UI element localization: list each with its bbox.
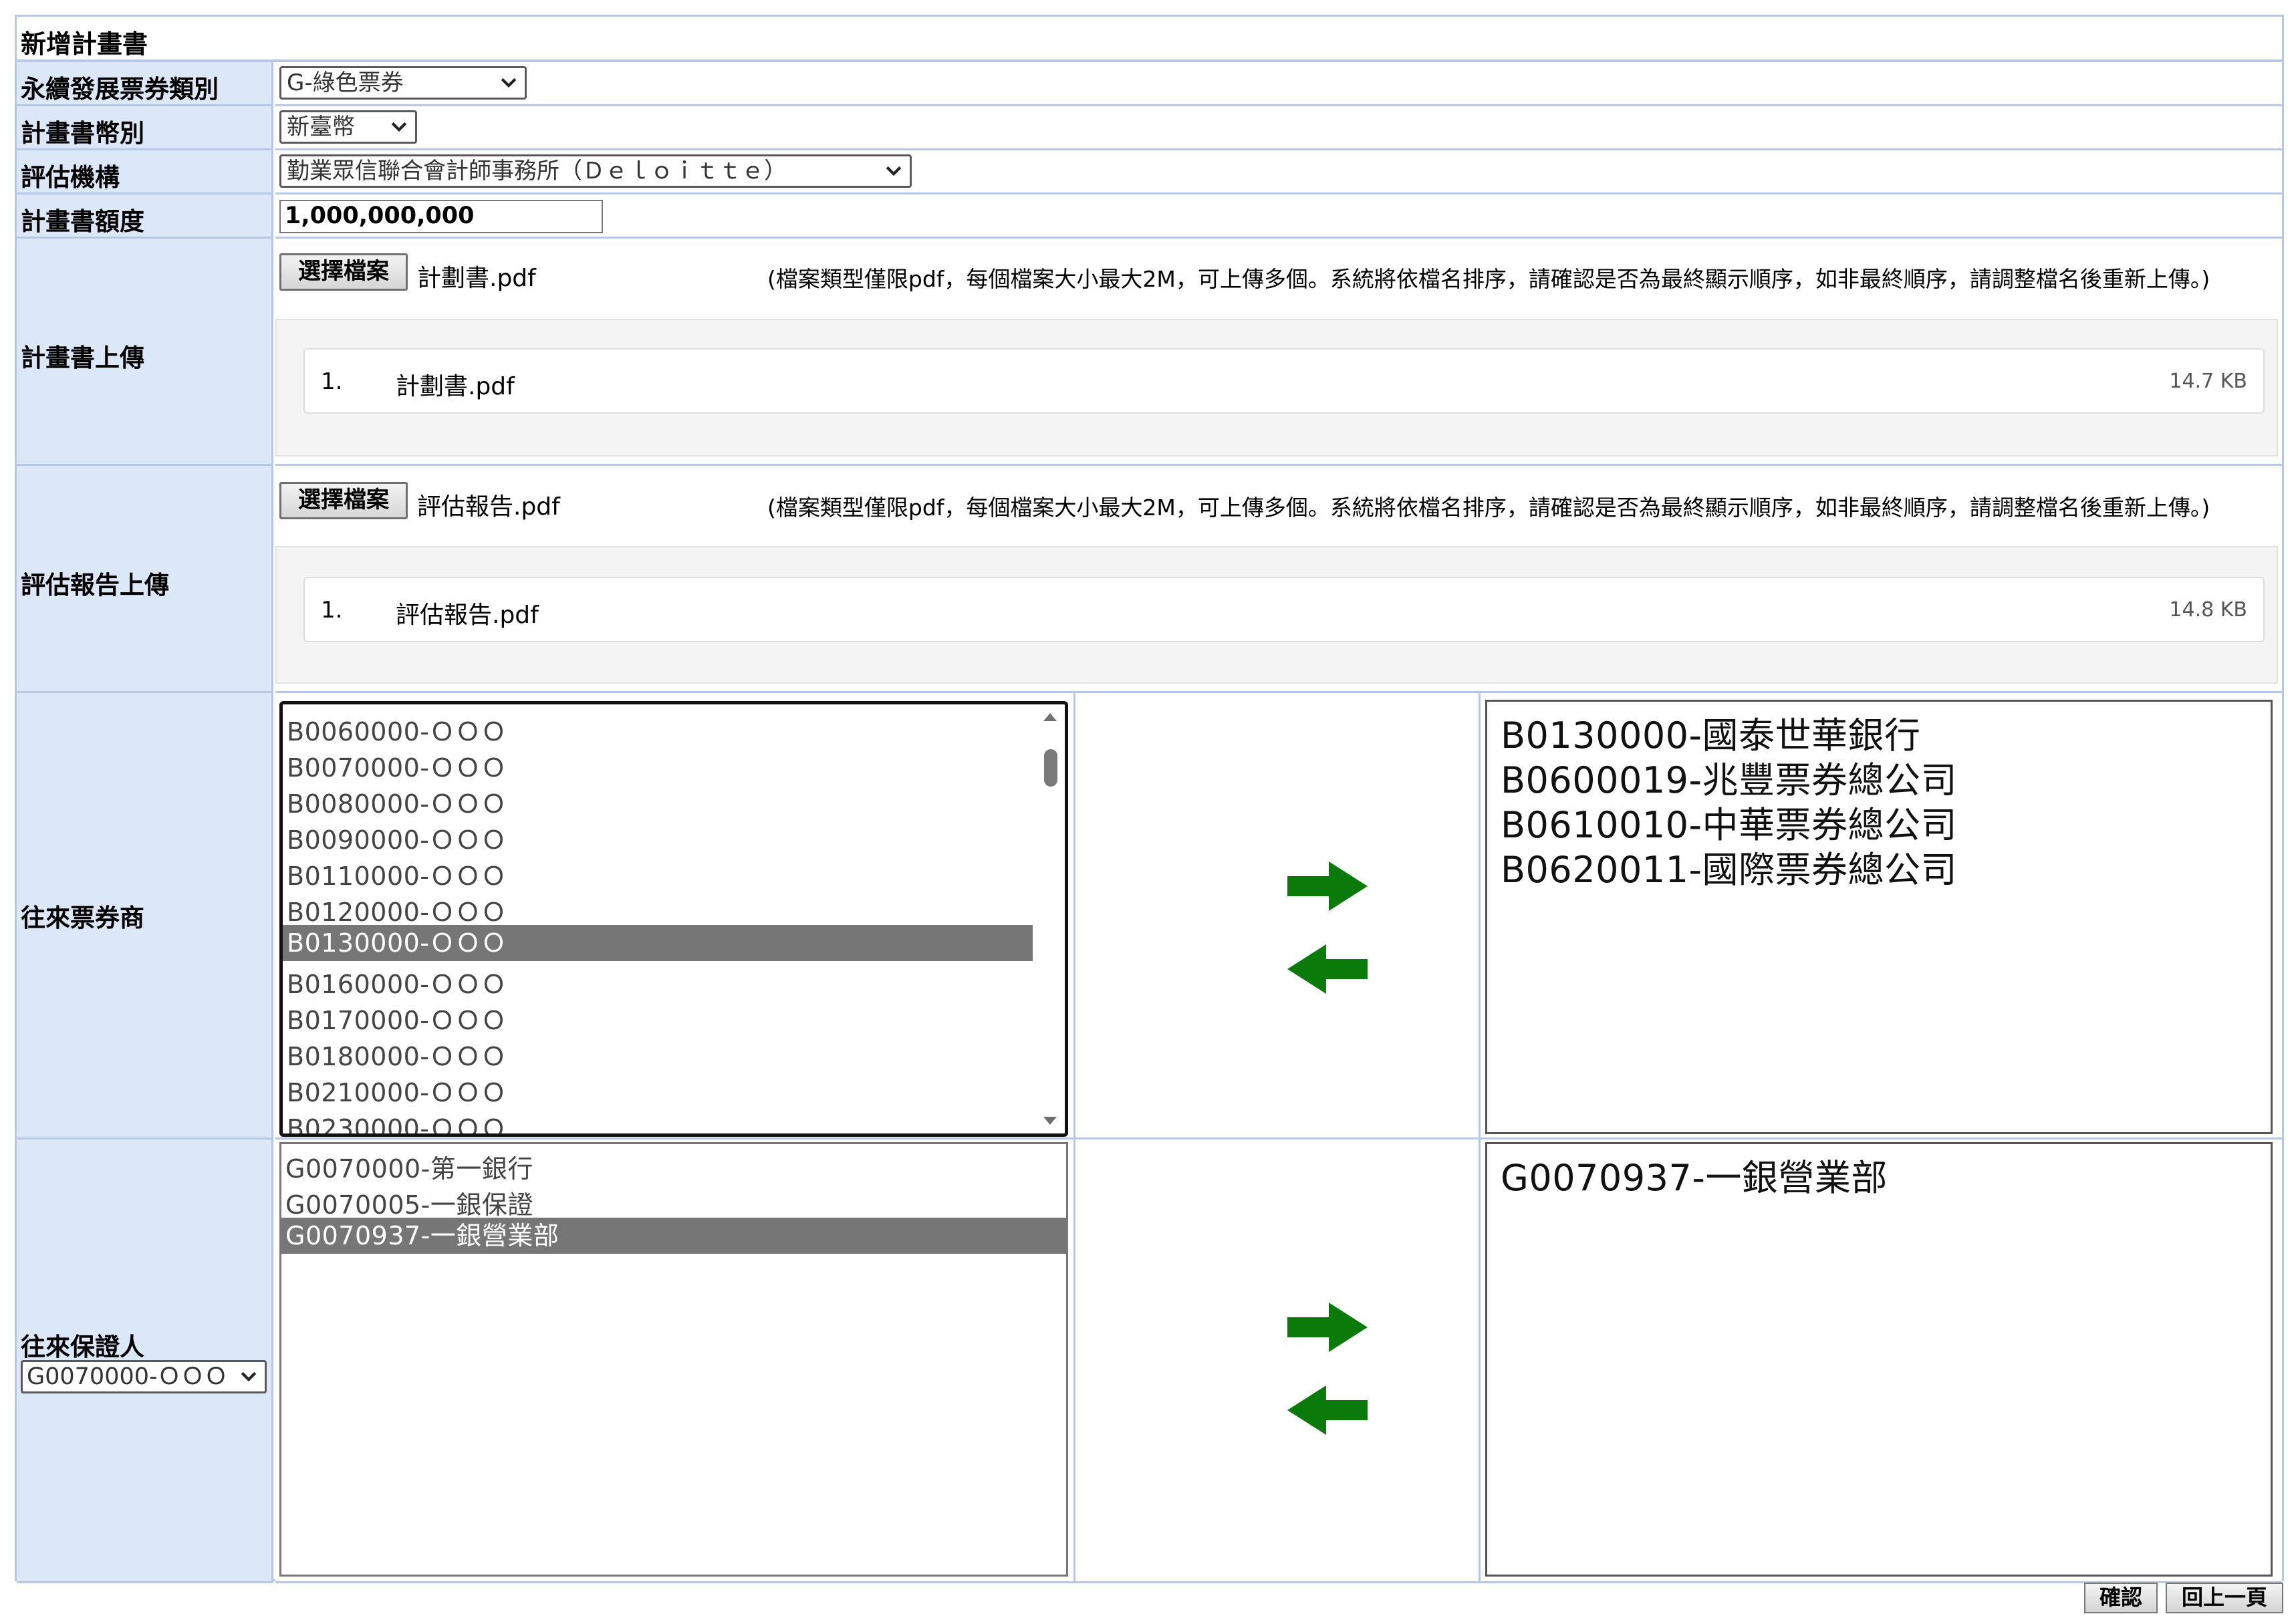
plan-file-list: 1. 計劃書.pdf 14.7 KB — [275, 319, 2278, 456]
evaluator-value: 勤業眾信聯合會計師事務所（Ｄｅｌｏｉｔｔｅ） — [287, 158, 787, 184]
chevron-down-icon — [501, 78, 517, 88]
plan-upload-hint: (檔案類型僅限pdf，每個檔案大小最大2M，可上傳多個。系統將依檔名排序，請確認… — [767, 266, 2210, 292]
list-option[interactable]: B0620011-國際票券總公司 — [1501, 840, 1957, 893]
file-name: 計劃書.pdf — [396, 373, 515, 400]
report-chosen-file: 評估報告.pdf — [417, 493, 560, 521]
currency-label-cell: 計畫書幣別 — [17, 106, 273, 150]
dealers-chosen-listbox[interactable]: B0130000-國泰世華銀行 B0600019-兆豐票券總公司 B0610010-… — [1485, 700, 2273, 1134]
plan-choose-file-button[interactable]: 選擇檔案 — [279, 253, 408, 291]
move-left-arrow-icon[interactable] — [1287, 1385, 1368, 1435]
report-upload-hint: (檔案類型僅限pdf，每個檔案大小最大2M，可上傳多個。系統將依檔名排序，請確認… — [767, 495, 2210, 521]
file-size: 14.8 KB — [2169, 598, 2247, 622]
file-size: 14.7 KB — [2169, 370, 2247, 393]
list-option[interactable]: B0090000-ＯＯＯ — [287, 819, 507, 856]
form-title: 新增計畫書 — [21, 29, 148, 59]
column-divider — [1073, 693, 1075, 1139]
ticket-category-label-cell: 永續發展票券類別 — [17, 62, 273, 106]
new-plan-form: 新增計畫書 永續發展票券類別 G-綠色票券 計畫書幣別 新臺幣 評估機構 勤業眾… — [15, 15, 2284, 1583]
list-option[interactable]: B0070000-ＯＯＯ — [287, 747, 507, 784]
list-option[interactable]: B0060000-ＯＯＯ — [287, 711, 507, 748]
currency-cell: 新臺幣 — [275, 106, 2282, 150]
report-file-list: 1. 評估報告.pdf 14.8 KB — [275, 546, 2278, 684]
currency-value: 新臺幣 — [287, 114, 355, 140]
dealers-label-cell: 往來票券商 — [17, 693, 273, 1139]
list-option[interactable]: B0130000-ＯＯＯ — [283, 925, 1033, 961]
file-index: 1. — [321, 368, 343, 395]
amount-label-cell: 計畫書額度 — [17, 194, 273, 239]
move-right-arrow-icon[interactable] — [1287, 861, 1368, 911]
list-option[interactable]: B0230000-ＯＯＯ — [287, 1108, 507, 1133]
file-name: 評估報告.pdf — [396, 601, 539, 629]
move-right-arrow-icon[interactable] — [1287, 1303, 1368, 1352]
dealers-cell: B0060000-ＯＯＯ B0070000-ＯＯＯ B0080000-ＯＯＯ B009… — [275, 693, 2282, 1139]
guarantors-chosen-listbox[interactable]: G0070937-一銀營業部 — [1485, 1142, 2273, 1577]
ticket-category-label: 永續發展票券類別 — [21, 75, 219, 104]
list-option[interactable]: G0070937-一銀營業部 — [281, 1218, 1066, 1254]
list-option[interactable]: G0070000-第一銀行 — [285, 1148, 533, 1185]
list-option[interactable]: G0070005-一銀保證 — [285, 1184, 533, 1221]
guarantors-cell: G0070000-第一銀行 G0070005-一銀保證 G0070937-一銀營業部… — [275, 1139, 2282, 1583]
file-index: 1. — [321, 597, 343, 624]
list-option[interactable]: B0110000-ＯＯＯ — [287, 855, 507, 892]
column-divider — [1073, 1139, 1075, 1583]
ticket-category-value: G-綠色票券 — [287, 70, 404, 96]
amount-cell: 1,000,000,000 — [275, 194, 2282, 239]
evaluator-cell: 勤業眾信聯合會計師事務所（Ｄｅｌｏｉｔｔｅ） — [275, 150, 2282, 194]
form-title-row: 新增計畫書 — [17, 17, 2282, 62]
confirm-button[interactable]: 確認 — [2084, 1583, 2158, 1613]
plan-chosen-file: 計劃書.pdf — [417, 265, 536, 292]
chevron-down-icon — [391, 122, 407, 132]
guarantors-label: 往來保證人 — [21, 1333, 144, 1361]
report-upload-label: 評估報告上傳 — [21, 571, 169, 599]
currency-select[interactable]: 新臺幣 — [279, 110, 417, 144]
file-list-item[interactable]: 1. 計劃書.pdf 14.7 KB — [303, 348, 2265, 414]
guarantor-filter-value: G0070000-ＯＯＯ — [27, 1363, 228, 1390]
plan-upload-cell: 選擇檔案 計劃書.pdf (檔案類型僅限pdf，每個檔案大小最大2M，可上傳多個… — [275, 239, 2282, 466]
amount-input[interactable]: 1,000,000,000 — [279, 200, 603, 233]
list-option[interactable]: B0210000-ＯＯＯ — [287, 1072, 507, 1109]
column-divider — [1479, 1139, 1481, 1583]
column-divider — [1479, 693, 1481, 1139]
report-upload-cell: 選擇檔案 評估報告.pdf (檔案類型僅限pdf，每個檔案大小最大2M，可上傳多… — [275, 466, 2282, 693]
plan-upload-label: 計畫書上傳 — [21, 344, 144, 372]
evaluator-select[interactable]: 勤業眾信聯合會計師事務所（Ｄｅｌｏｉｔｔｅ） — [279, 154, 912, 188]
chevron-down-icon — [886, 166, 902, 176]
guarantors-label-cell: 往來保證人 G0070000-ＯＯＯ — [17, 1139, 273, 1583]
amount-label: 計畫書額度 — [21, 207, 144, 236]
ticket-category-select[interactable]: G-綠色票券 — [279, 66, 527, 100]
currency-label: 計畫書幣別 — [21, 119, 144, 148]
report-choose-file-button[interactable]: 選擇檔案 — [279, 482, 408, 519]
chevron-down-icon — [241, 1371, 257, 1382]
list-option[interactable]: B0180000-ＯＯＯ — [287, 1036, 507, 1073]
back-button[interactable]: 回上一頁 — [2166, 1583, 2283, 1613]
file-list-item[interactable]: 1. 評估報告.pdf 14.8 KB — [303, 577, 2265, 642]
list-option[interactable]: B0120000-ＯＯＯ — [287, 892, 507, 928]
guarantors-available-listbox[interactable]: G0070000-第一銀行 G0070005-一銀保證 G0070937-一銀營業部 — [279, 1142, 1068, 1577]
report-upload-label-cell: 評估報告上傳 — [17, 466, 273, 693]
dealers-scrollbar[interactable] — [1039, 706, 1061, 1131]
scroll-up-icon[interactable] — [1041, 710, 1059, 724]
move-left-arrow-icon[interactable] — [1287, 944, 1368, 994]
dealers-label: 往來票券商 — [21, 904, 144, 932]
dealers-available-listbox[interactable]: B0060000-ＯＯＯ B0070000-ＯＯＯ B0080000-ＯＯＯ B009… — [279, 701, 1068, 1137]
list-option[interactable]: B0160000-ＯＯＯ — [287, 964, 507, 1000]
guarantor-filter-select[interactable]: G0070000-ＯＯＯ — [21, 1360, 267, 1393]
scroll-down-icon[interactable] — [1041, 1114, 1059, 1127]
scrollbar-thumb[interactable] — [1044, 749, 1057, 787]
ticket-category-cell: G-綠色票券 — [275, 62, 2282, 106]
list-option[interactable]: B0080000-ＯＯＯ — [287, 783, 507, 820]
plan-upload-label-cell: 計畫書上傳 — [17, 239, 273, 466]
evaluator-label: 評估機構 — [21, 163, 120, 192]
list-option[interactable]: G0070937-一銀營業部 — [1501, 1148, 1888, 1201]
list-option[interactable]: B0170000-ＯＯＯ — [287, 1000, 507, 1037]
evaluator-label-cell: 評估機構 — [17, 150, 273, 194]
